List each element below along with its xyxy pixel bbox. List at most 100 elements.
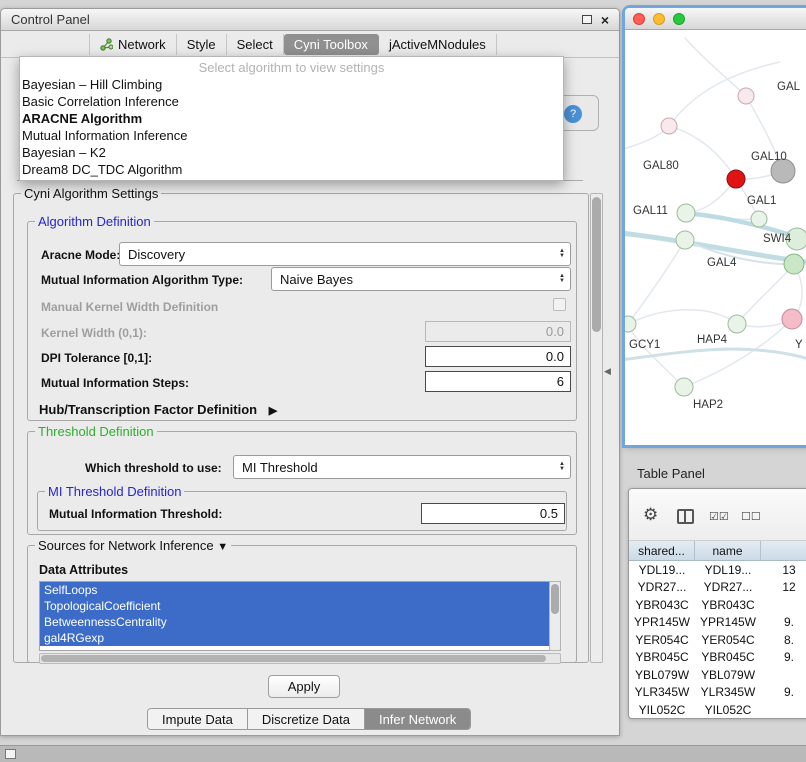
table-cell: YIL052C — [695, 703, 761, 717]
sources-section-header[interactable]: Sources for Network Inference ▼ — [35, 538, 231, 553]
mi-type-value: Naive Bayes — [280, 272, 353, 287]
network-node[interactable] — [751, 211, 767, 227]
column-header-clipped[interactable] — [761, 541, 806, 560]
gear-icon[interactable]: ⚙ — [643, 505, 658, 525]
network-node[interactable] — [728, 315, 746, 333]
table-cell: 13 — [761, 563, 806, 577]
table-cell: 8. — [761, 633, 806, 647]
dpi-tolerance-field[interactable]: 0.0 — [425, 346, 571, 367]
data-attributes-list[interactable]: SelfLoopsTopologicalCoefficientBetweenne… — [39, 581, 561, 651]
scrollbar-thumb[interactable] — [592, 197, 601, 332]
network-view-window: GAL80GAL10GAL11GAL1SWI4GAL4GCY1HAP4HAP2G… — [625, 8, 806, 445]
network-node[interactable] — [675, 378, 693, 396]
column-header-shared-name[interactable]: shared... — [629, 541, 695, 560]
network-canvas[interactable]: GAL80GAL10GAL11GAL1SWI4GAL4GCY1HAP4HAP2G… — [625, 30, 806, 444]
table-body: YDL19...YDL19...13YDR27...YDR27...12YBR0… — [629, 561, 806, 718]
kernel-width-label: Kernel Width (0,1): — [41, 326, 147, 340]
which-threshold-select[interactable]: MI Threshold ▲▼ — [233, 455, 571, 479]
minimize-traffic-light-icon[interactable] — [653, 13, 665, 25]
mi-threshold-label: Mutual Information Threshold: — [49, 507, 222, 521]
tab-infer-network[interactable]: Infer Network — [365, 709, 470, 729]
network-node[interactable] — [661, 118, 677, 134]
deselect-all-checkboxes-icon[interactable]: ☐☐ — [741, 510, 761, 523]
table-cell: 12 — [761, 580, 806, 594]
apply-button[interactable]: Apply — [268, 675, 340, 698]
table-cell: YDL19... — [629, 563, 695, 577]
network-canvas-area[interactable]: GAL80GAL10GAL11GAL1SWI4GAL4GCY1HAP4HAP2G… — [625, 30, 806, 445]
network-node[interactable] — [782, 309, 802, 329]
table-row[interactable]: YLR345WYLR345W9. — [629, 684, 806, 702]
tab-select[interactable]: Select — [227, 34, 284, 55]
aracne-mode-select[interactable]: Discovery ▲▼ — [119, 242, 571, 266]
kernel-width-field[interactable]: 0.0 — [425, 321, 571, 342]
network-edge[interactable] — [628, 310, 737, 324]
tab-label: Select — [237, 37, 273, 52]
network-node[interactable] — [784, 254, 804, 274]
table-row[interactable]: YDL19...YDL19...13 — [629, 561, 806, 579]
tab-cyni-toolbox[interactable]: Cyni Toolbox — [284, 34, 379, 55]
tab-discretize-data[interactable]: Discretize Data — [248, 709, 365, 729]
scrollbar-thumb[interactable] — [41, 655, 546, 662]
tab-style[interactable]: Style — [177, 34, 227, 55]
network-node[interactable] — [676, 231, 694, 249]
tab-impute-data[interactable]: Impute Data — [148, 709, 248, 729]
network-edge[interactable] — [669, 126, 736, 179]
control-panel-titlebar[interactable]: Control Panel × — [1, 9, 619, 31]
table-row[interactable]: YER054CYER054C8. — [629, 631, 806, 649]
table-panel-window: ⚙ ☑☑ ☐☐ shared... name YDL19...YDL19...1… — [628, 488, 806, 719]
collapse-down-icon[interactable]: ▼ — [217, 541, 228, 553]
settings-group-title: Cyni Algorithm Settings — [21, 186, 161, 201]
network-node[interactable] — [625, 316, 636, 332]
panel-collapse-icon[interactable]: ◀ — [604, 366, 611, 377]
table-cell: YER054C — [629, 633, 695, 647]
hub-section-header[interactable]: Hub/Transcription Factor Definition ▶ — [39, 402, 277, 417]
network-node[interactable] — [738, 88, 754, 104]
close-window-icon[interactable]: × — [601, 13, 609, 27]
column-header-name[interactable]: name — [695, 541, 761, 560]
restore-panel-icon[interactable] — [5, 749, 16, 759]
algorithm-popup-item[interactable]: Dream8 DC_TDC Algorithm — [20, 161, 563, 178]
tab-label: jActiveMNodules — [389, 37, 486, 52]
expand-right-icon[interactable]: ▶ — [269, 405, 277, 417]
tab-jactivemnodules[interactable]: jActiveMNodules — [379, 34, 497, 55]
network-edge[interactable] — [628, 240, 685, 324]
mi-steps-field[interactable]: 6 — [425, 371, 571, 392]
network-window-titlebar[interactable] — [625, 8, 806, 30]
data-attribute-item[interactable]: BetweennessCentrality — [40, 614, 550, 630]
table-row[interactable]: YDR27...YDR27...12 — [629, 579, 806, 597]
algorithm-popup-item[interactable]: Mutual Information Inference — [20, 127, 563, 144]
float-window-icon[interactable] — [582, 15, 592, 24]
manual-kernel-checkbox[interactable] — [553, 298, 566, 311]
table-row[interactable]: YBR045CYBR045C9. — [629, 649, 806, 667]
mi-threshold-field[interactable]: 0.5 — [421, 503, 565, 524]
attributes-horizontal-scrollbar[interactable] — [39, 653, 561, 664]
scrollbar-thumb[interactable] — [551, 584, 559, 614]
attributes-vertical-scrollbar[interactable] — [549, 581, 561, 651]
network-edge[interactable] — [685, 38, 746, 96]
table-row[interactable]: YIL052CYIL052C — [629, 701, 806, 718]
data-attribute-item[interactable]: gal4RGexp — [40, 630, 550, 646]
data-attribute-item[interactable]: TopologicalCoefficient — [40, 598, 550, 614]
network-edge[interactable] — [669, 62, 780, 126]
table-row[interactable]: YBR043CYBR043C — [629, 596, 806, 614]
tab-network[interactable]: Network — [89, 34, 177, 55]
table-row[interactable]: YPR145WYPR145W9. — [629, 614, 806, 632]
algorithm-popup-prompt: Select algorithm to view settings — [20, 59, 563, 76]
columns-icon[interactable] — [677, 509, 694, 524]
table-cell: YBR043C — [695, 598, 761, 612]
algorithm-popup-item[interactable]: ARACNE Algorithm — [20, 110, 563, 127]
network-node[interactable] — [677, 204, 695, 222]
data-attribute-item[interactable]: SelfLoops — [40, 582, 550, 598]
mi-type-select[interactable]: Naive Bayes ▲▼ — [271, 267, 571, 291]
table-row[interactable]: YBL079WYBL079W — [629, 666, 806, 684]
network-node-label: Y — [795, 339, 803, 351]
close-traffic-light-icon[interactable] — [633, 13, 645, 25]
zoom-traffic-light-icon[interactable] — [673, 13, 685, 25]
network-node[interactable] — [727, 170, 745, 188]
select-all-checkboxes-icon[interactable]: ☑☑ — [709, 510, 729, 523]
tab-label: Style — [187, 37, 216, 52]
algorithm-popup-item[interactable]: Bayesian – K2 — [20, 144, 563, 161]
algorithm-popup-item[interactable]: Basic Correlation Inference — [20, 93, 563, 110]
settings-vertical-scrollbar[interactable] — [590, 193, 603, 663]
algorithm-popup-item[interactable]: Bayesian – Hill Climbing — [20, 76, 563, 93]
